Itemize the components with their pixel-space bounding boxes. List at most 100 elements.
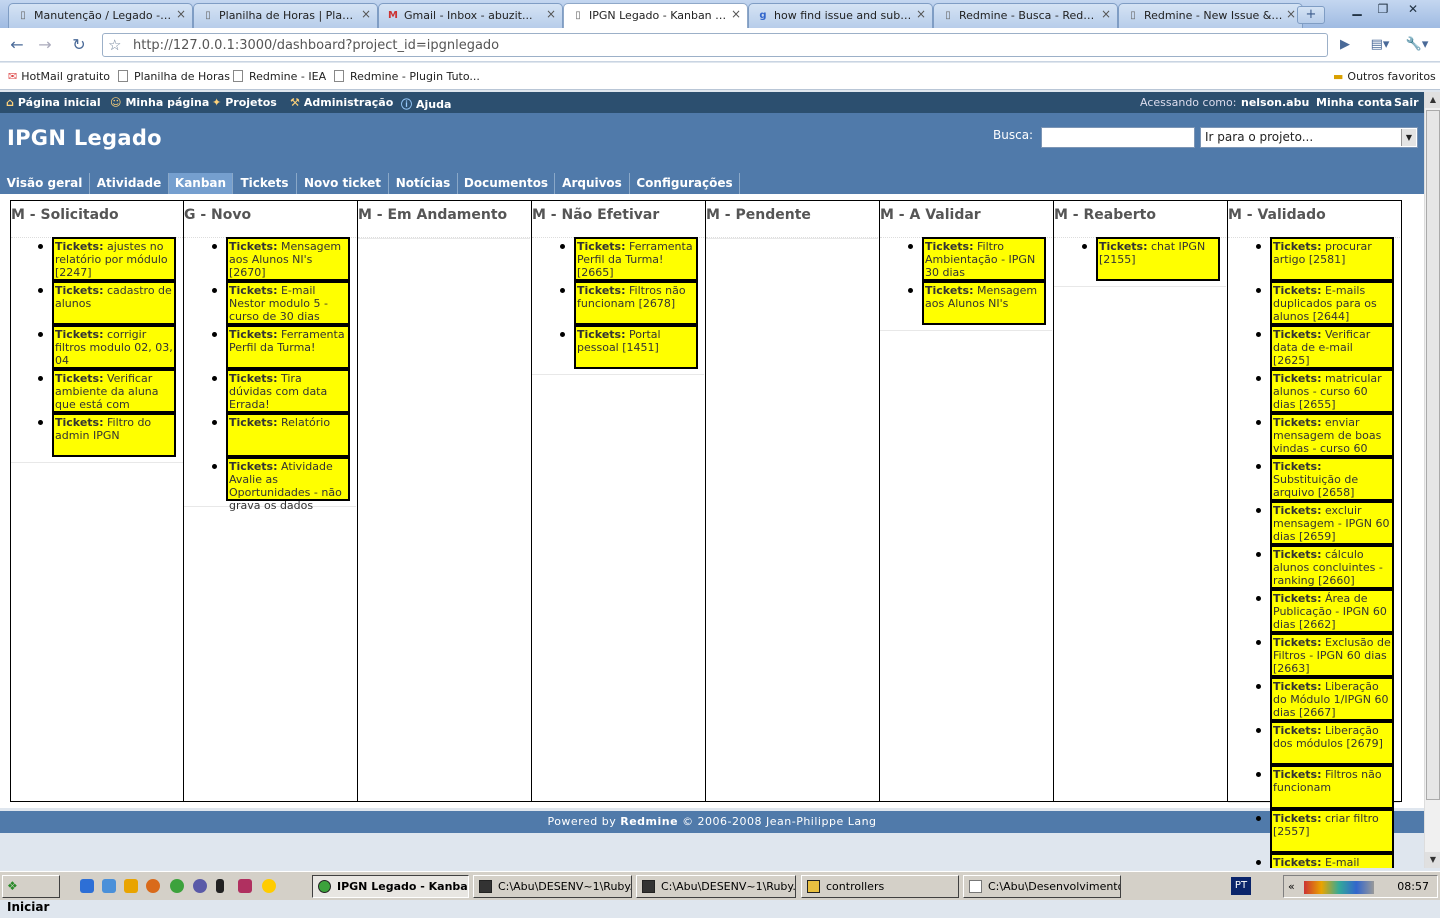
tray-expand-icon[interactable]: « <box>1288 880 1295 893</box>
kanban-card[interactable]: Tickets: Atividade Avalie as Oportunidad… <box>226 457 350 512</box>
list-bullet-icon <box>1256 244 1261 249</box>
card-prefix: Tickets: <box>1273 636 1322 649</box>
kanban-card[interactable]: Tickets: procurar artigo [2581] <box>1270 237 1394 281</box>
list-bullet-icon <box>1256 860 1261 865</box>
taskbar-task-label: C:\Abu\Desenvolvimento... <box>988 880 1121 893</box>
console-icon <box>969 880 982 893</box>
media-icon[interactable] <box>262 879 276 893</box>
network-icon[interactable] <box>193 879 207 893</box>
outlook-icon[interactable] <box>102 879 116 893</box>
card-prefix: Tickets: <box>1273 592 1322 605</box>
card-prefix: Tickets: <box>1273 548 1322 561</box>
scroll-down-icon[interactable]: ▼ <box>1425 852 1440 868</box>
text-tool-icon[interactable] <box>216 879 224 893</box>
language-indicator[interactable]: PT <box>1231 877 1251 895</box>
card-prefix: Tickets: <box>1273 284 1322 297</box>
kanban-card[interactable]: Tickets: Filtros não funcionam <box>1270 765 1394 809</box>
list-bullet-icon <box>1256 640 1261 645</box>
list-bullet-icon <box>560 244 565 249</box>
card-prefix: Tickets: <box>55 372 104 385</box>
card-prefix: Tickets: <box>1273 328 1322 341</box>
kanban-card[interactable]: Tickets: E-mail <box>1270 853 1394 868</box>
kanban-card[interactable]: Tickets: cálculo alunos concluintes - ra… <box>1270 545 1394 589</box>
taskbar-task-label: controllers <box>826 880 885 893</box>
kanban-card[interactable]: Tickets: Área de Publicação - IPGN 60 di… <box>1270 589 1394 633</box>
kanban-card[interactable]: Tickets: Portal pessoal [1451] <box>574 325 698 369</box>
list-bullet-icon <box>38 288 43 293</box>
kanban-card[interactable]: Tickets: ajustes no relatório por módulo… <box>52 237 176 281</box>
kanban-card[interactable]: Tickets: E-mails duplicados para os alun… <box>1270 281 1394 325</box>
kanban-card[interactable]: Tickets: cadastro de alunos <box>52 281 176 325</box>
chrome-icon[interactable] <box>170 879 184 893</box>
taskbar-task[interactable]: C:\Abu\DESENV~1\Ruby... <box>473 875 632 898</box>
card-prefix: Tickets: <box>1273 724 1322 737</box>
console-icon <box>642 880 655 893</box>
kanban-card[interactable]: Tickets: Liberação dos módulos [2679] <box>1270 721 1394 765</box>
list-bullet-icon <box>38 244 43 249</box>
card-title: E-mail <box>1324 856 1360 868</box>
list-bullet-icon <box>908 288 913 293</box>
kanban-card[interactable]: Tickets: Ferramenta Perfil da Turma! <box>226 325 350 369</box>
kanban-card[interactable]: Tickets: Mensagem aos Alunos NI's <box>922 281 1046 325</box>
card-prefix: Tickets: <box>925 240 974 253</box>
vertical-scrollbar[interactable]: ▲ ▼ <box>1424 92 1440 868</box>
list-bullet-icon <box>212 420 217 425</box>
list-bullet-icon <box>212 376 217 381</box>
card-prefix: Tickets: <box>1273 856 1322 868</box>
kanban-card[interactable]: Tickets: Exclusão de Filtros - IPGN 60 d… <box>1270 633 1394 677</box>
list-bullet-icon <box>212 464 217 469</box>
kanban-card[interactable]: Tickets: E-mail Nestor modulo 5 - curso … <box>226 281 350 325</box>
taskbar-task[interactable]: controllers <box>801 875 959 898</box>
kanban-card[interactable]: Tickets: Filtro do admin IPGN <box>52 413 176 457</box>
list-bullet-icon <box>1256 596 1261 601</box>
system-tray: « 08:57 <box>1283 875 1438 898</box>
kanban-card[interactable]: Tickets: criar filtro [2557] <box>1270 809 1394 853</box>
overflow-layer: Tickets: ajustes no relatório por módulo… <box>0 0 1424 868</box>
card-prefix: Tickets: <box>229 328 278 341</box>
list-bullet-icon <box>212 288 217 293</box>
kanban-card[interactable]: Tickets: Ferramenta Perfil da Turma! [26… <box>574 237 698 281</box>
tray-icons[interactable] <box>1304 881 1374 894</box>
taskbar-task[interactable]: C:\Abu\Desenvolvimento... <box>963 875 1121 898</box>
list-bullet-icon <box>1256 772 1261 777</box>
kanban-card[interactable]: Tickets: Mensagem aos Alunos NI's [2670] <box>226 237 350 281</box>
kanban-card[interactable]: Tickets: Relatório <box>226 413 350 457</box>
kanban-card[interactable]: Tickets: Substituição de arquivo [2658] <box>1270 457 1394 501</box>
start-button[interactable]: ❖ Iniciar <box>2 875 60 914</box>
list-bullet-icon <box>1256 332 1261 337</box>
kanban-card[interactable]: Tickets: Verificar ambiente da aluna que… <box>52 369 176 413</box>
list-bullet-icon <box>1256 376 1261 381</box>
kanban-card[interactable]: Tickets: excluir mensagem - IPGN 60 dias… <box>1270 501 1394 545</box>
kanban-card[interactable]: Tickets: corrigir filtros modulo 02, 03,… <box>52 325 176 369</box>
hs-icon[interactable] <box>238 879 252 893</box>
list-bullet-icon <box>1256 464 1261 469</box>
clock-app-icon[interactable] <box>124 879 138 893</box>
card-prefix: Tickets: <box>1273 768 1322 781</box>
list-bullet-icon <box>1256 684 1261 689</box>
list-bullet-icon <box>38 420 43 425</box>
card-prefix: Tickets: <box>55 328 104 341</box>
kanban-card[interactable]: Tickets: chat IPGN [2155] <box>1096 237 1220 281</box>
scroll-thumb[interactable] <box>1426 110 1440 800</box>
kanban-card[interactable]: Tickets: matricular alunos - curso 60 di… <box>1270 369 1394 413</box>
ie-icon[interactable] <box>80 879 94 893</box>
kanban-card[interactable]: Tickets: Filtro Ambientação - IPGN 30 di… <box>922 237 1046 281</box>
card-prefix: Tickets: <box>577 240 626 253</box>
kanban-card[interactable]: Tickets: Liberação do Módulo 1/IPGN 60 d… <box>1270 677 1394 721</box>
list-bullet-icon <box>1256 288 1261 293</box>
card-prefix: Tickets: <box>1273 460 1322 473</box>
kanban-card[interactable]: Tickets: Filtros não funcionam [2678] <box>574 281 698 325</box>
firefox-icon[interactable] <box>146 879 160 893</box>
kanban-card[interactable]: Tickets: enviar mensagem de boas vindas … <box>1270 413 1394 457</box>
card-prefix: Tickets: <box>577 328 626 341</box>
scroll-up-icon[interactable]: ▲ <box>1425 92 1440 108</box>
list-bullet-icon <box>212 244 217 249</box>
kanban-card[interactable]: Tickets: Tira dúvidas com data Errada! <box>226 369 350 413</box>
card-prefix: Tickets: <box>1273 680 1322 693</box>
kanban-card[interactable]: Tickets: Verificar data de e-mail [2625] <box>1270 325 1394 369</box>
card-prefix: Tickets: <box>55 240 104 253</box>
taskbar-task-label: C:\Abu\DESENV~1\Ruby... <box>498 880 632 893</box>
taskbar-task[interactable]: C:\Abu\DESENV~1\Ruby... <box>636 875 796 898</box>
taskbar-task[interactable]: IPGN Legado - Kanba... <box>312 875 469 898</box>
card-prefix: Tickets: <box>55 416 104 429</box>
